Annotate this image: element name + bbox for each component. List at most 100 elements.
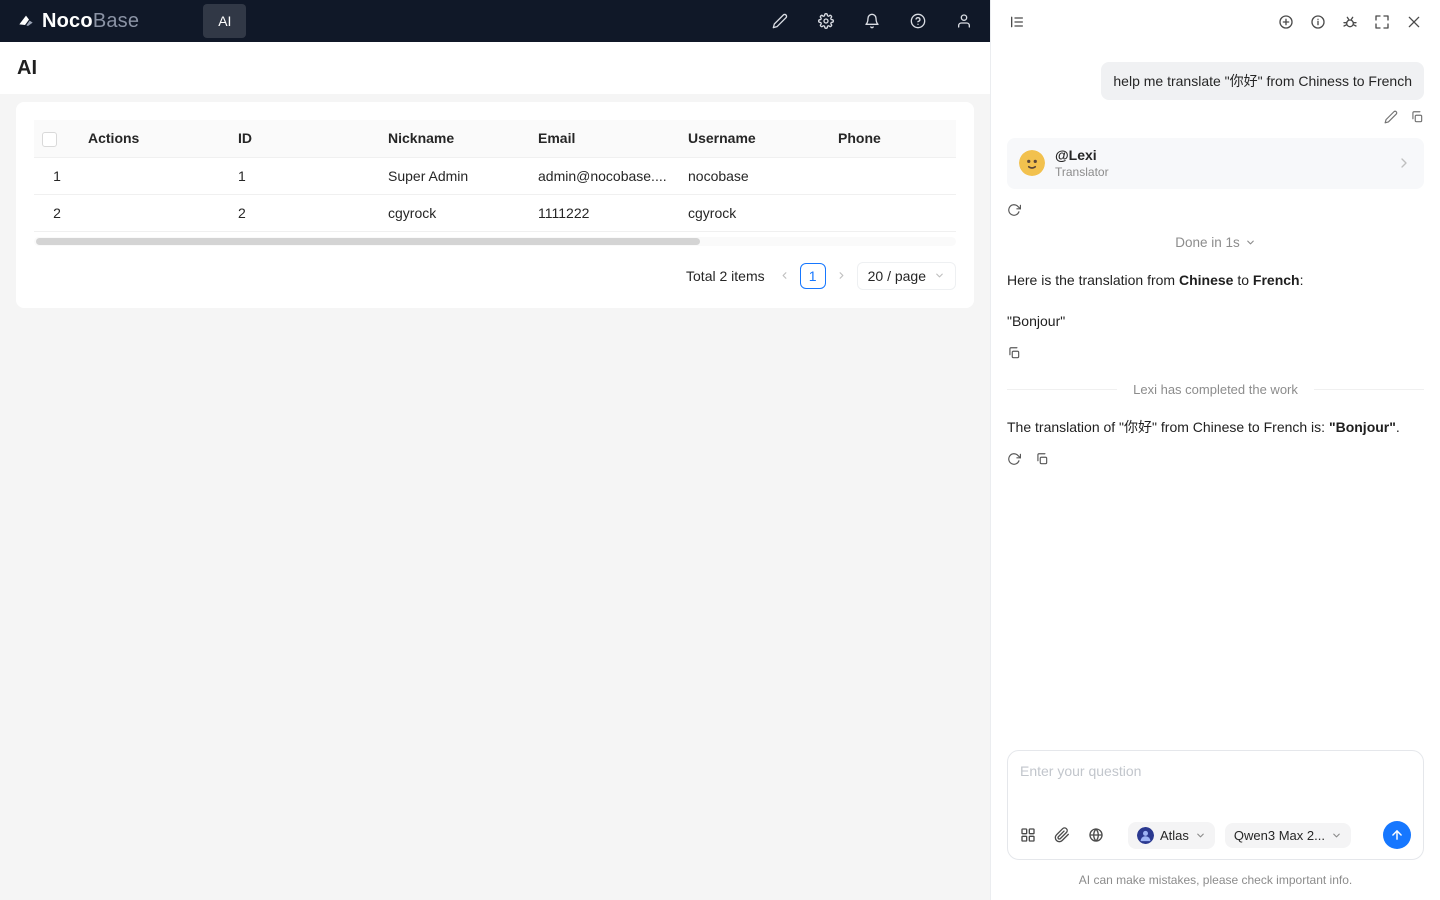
cell-actions [80,194,230,232]
chat-toolbar-actions [1276,12,1424,32]
input-toolbar: Atlas Qwen3 Max 2... [1020,821,1411,849]
header-tab-ai[interactable]: AI [203,4,247,38]
page-title-bar: AI [0,42,990,94]
cell-id: 1 [230,157,380,195]
scrollbar-thumb[interactable] [36,237,700,245]
cell-nickname: Super Admin [380,157,530,195]
chevron-down-icon [1333,833,1340,837]
pagination-prev-icon[interactable] [779,270,790,281]
cell-nickname: cgyrock [380,194,530,232]
web-search-globe-icon[interactable] [1088,827,1104,843]
chat-disclaimer: AI can make mistakes, please check impor… [1078,873,1353,887]
attachment-paperclip-icon[interactable] [1054,827,1070,843]
model-selector-chip[interactable]: Qwen3 Max 2... [1224,822,1351,848]
pagination-total: Total 2 items [686,267,765,284]
agent-role: Translator [1055,164,1109,179]
expand-icon[interactable] [1372,12,1392,32]
logo-text: NocoBase [42,10,139,33]
regenerate-icon[interactable] [1007,203,1021,217]
ai-chat-panel: help me translate "你好" from Chiness to F… [990,0,1440,900]
logo-text-primary: Noco [42,9,93,32]
pagination-next-icon[interactable] [836,270,847,281]
pagination-page-1[interactable]: 1 [799,262,826,289]
text-segment: : [1299,271,1304,288]
agent-meta: @Lexi Translator [1055,147,1109,180]
chat-toolbar [991,0,1440,44]
regenerate-icon[interactable] [1007,452,1021,466]
cell-phone [830,157,956,195]
column-header-id[interactable]: ID [230,120,380,158]
text-segment: The translation of "你好" from Chinese to … [1007,418,1329,435]
text-segment-bold: Chinese [1178,271,1234,288]
column-header-nickname[interactable]: Nickname [380,120,530,158]
cell-id: 2 [230,194,380,232]
row-index: 1 [34,157,80,195]
cell-username: nocobase [680,157,830,195]
agent-selector-chip[interactable]: Atlas [1128,821,1215,849]
table-pagination: Total 2 items 1 20 / page [34,261,956,290]
text-segment: . [1395,418,1400,435]
copy-message-icon[interactable] [1410,110,1424,124]
completion-divider-text: Lexi has completed the work [1133,381,1298,397]
atlas-avatar [1137,826,1154,844]
agent-name: @Lexi [1055,147,1097,163]
agent-card-actions [1007,203,1424,217]
selector-chips: Atlas Qwen3 Max 2... [1128,821,1351,849]
final-message-actions [1007,452,1424,466]
chat-input-box: Atlas Qwen3 Max 2... [1007,750,1424,860]
chevron-down-icon [1197,833,1204,837]
help-circle-icon[interactable] [910,13,926,29]
user-message-actions [1007,110,1424,124]
text-segment-bold: French [1252,271,1300,288]
assistant-final-text: The translation of "你好" from Chinese to … [1007,417,1424,438]
header-actions [772,13,972,29]
users-table: Actions ID Nickname Email Username Phone… [34,120,956,232]
send-button[interactable] [1383,821,1411,849]
cell-email: admin@nocobase.... [530,157,680,195]
model-chip-label: Qwen3 Max 2... [1233,827,1325,843]
user-profile-icon[interactable] [956,13,972,29]
translation-actions [1007,346,1424,360]
table-row[interactable]: 2 2 cgyrock 1111222 cgyrock [34,194,956,232]
design-pen-icon[interactable] [772,13,788,29]
table-row[interactable]: 1 1 Super Admin admin@nocobase.... nocob… [34,157,956,195]
logo-text-secondary: Base [92,9,140,32]
main-app: NocoBase AI AI Actions ID Nickname Email… [0,0,990,900]
agent-card-lexi[interactable]: @Lexi Translator [1007,138,1424,189]
bug-icon[interactable] [1340,12,1360,32]
text-segment: to [1233,271,1253,288]
chevron-right-icon [1396,155,1412,171]
users-table-card: Actions ID Nickname Email Username Phone… [16,102,974,308]
horizontal-scrollbar[interactable] [34,236,956,246]
lexi-avatar [1019,150,1045,177]
nocobase-logo[interactable]: NocoBase [18,10,139,33]
user-message-bubble: help me translate "你好" from Chiness to F… [1101,62,1424,100]
conversations-list-icon[interactable] [1007,12,1027,32]
chevron-down-icon [936,273,943,278]
cell-username: cgyrock [680,194,830,232]
info-circle-icon[interactable] [1308,12,1328,32]
column-header-phone[interactable]: Phone [830,120,956,158]
apps-grid-icon[interactable] [1020,827,1036,843]
done-toggle[interactable]: Done in 1s [1007,235,1424,250]
copy-icon[interactable] [1007,346,1021,360]
agent-chip-label: Atlas [1160,827,1189,843]
cell-actions [80,157,230,195]
send-arrow-icon [1392,830,1402,840]
column-header-email[interactable]: Email [530,120,680,158]
settings-gear-icon[interactable] [818,13,834,29]
cell-email: 1111222 [530,194,680,232]
column-header-actions[interactable]: Actions [80,120,230,158]
select-all-checkbox[interactable] [42,131,57,147]
question-input[interactable] [1020,763,1411,821]
new-chat-plus-icon[interactable] [1276,12,1296,32]
user-message-row: help me translate "你好" from Chiness to F… [1007,62,1424,100]
table-header-row: Actions ID Nickname Email Username Phone [34,120,956,158]
close-icon[interactable] [1404,12,1424,32]
edit-message-icon[interactable] [1384,110,1398,124]
app-header: NocoBase AI [0,0,990,42]
copy-icon[interactable] [1035,452,1049,466]
notifications-bell-icon[interactable] [864,13,880,29]
page-size-select[interactable]: 20 / page [856,261,956,290]
column-header-username[interactable]: Username [680,120,830,158]
